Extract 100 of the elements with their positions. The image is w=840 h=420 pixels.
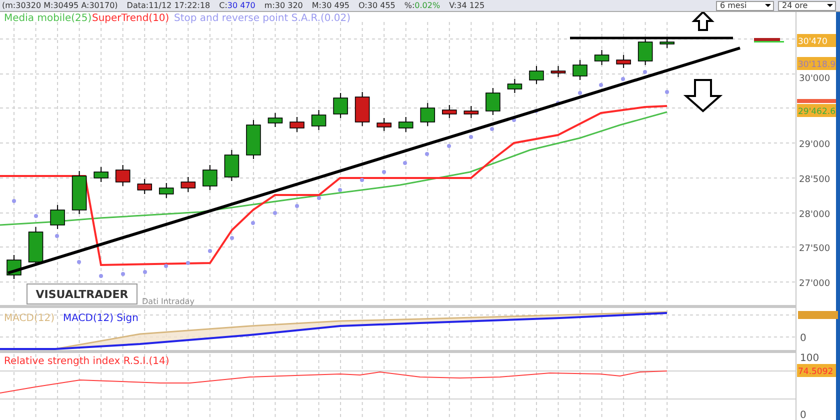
sar-dot bbox=[121, 272, 125, 276]
field-value: 30 495 bbox=[322, 1, 350, 10]
legend-label: Stop and reverse point S.A.R.(0.02) bbox=[174, 13, 351, 24]
candlestick bbox=[398, 116, 414, 132]
axis-label: 100 bbox=[800, 353, 820, 364]
field-label: C: bbox=[219, 1, 228, 10]
axis-label: 0 bbox=[800, 410, 806, 420]
sar-dot bbox=[295, 204, 299, 208]
up-arrow-icon bbox=[692, 12, 714, 31]
field-value: 11/12 17:22:18 bbox=[148, 1, 210, 10]
field-label: O: bbox=[358, 1, 368, 10]
dropdown-arrow-icon[interactable] bbox=[765, 4, 771, 7]
candlestick bbox=[616, 54, 631, 68]
candlestick bbox=[94, 166, 108, 182]
candlestick bbox=[354, 92, 370, 126]
candlestick bbox=[246, 120, 261, 160]
field-value: 0.02% bbox=[414, 1, 440, 10]
sar-dot bbox=[621, 77, 625, 81]
candlestick bbox=[529, 66, 544, 84]
sar-dot bbox=[338, 188, 342, 192]
candlestick bbox=[202, 164, 218, 190]
axis-label: 29'000 bbox=[799, 140, 830, 150]
price-tag-edge bbox=[797, 99, 836, 103]
field-label: V: bbox=[449, 1, 457, 10]
candlestick bbox=[158, 182, 174, 198]
last-price-marker-icon bbox=[754, 38, 784, 42]
sar-dot bbox=[12, 199, 16, 203]
candlestick bbox=[486, 88, 500, 116]
candlestick bbox=[6, 254, 22, 280]
sar-dot bbox=[447, 144, 451, 148]
sar-dot bbox=[425, 152, 429, 156]
sar-dot bbox=[599, 83, 603, 87]
sar-dot bbox=[490, 127, 494, 131]
axis-label: 0 bbox=[800, 333, 806, 344]
candlestick bbox=[442, 104, 457, 118]
field-value: 30 470 bbox=[227, 1, 256, 10]
candlestick bbox=[572, 60, 588, 80]
sar-dot bbox=[164, 264, 168, 268]
candlestick bbox=[376, 118, 392, 132]
sar-dot bbox=[208, 249, 212, 253]
field-label: Data: bbox=[126, 1, 149, 10]
sar-dot bbox=[34, 214, 38, 218]
axis-label: 27'000 bbox=[799, 279, 830, 289]
sar-dot bbox=[556, 101, 560, 105]
sar-dot bbox=[99, 274, 103, 278]
sar-dot bbox=[317, 196, 321, 200]
sar-dot bbox=[512, 118, 516, 122]
sar-dot bbox=[665, 90, 669, 94]
candlestick bbox=[638, 36, 653, 66]
axis-label: 30'000 bbox=[799, 74, 830, 84]
sar-dot bbox=[403, 161, 407, 165]
candlestick bbox=[268, 112, 283, 128]
candlestick bbox=[115, 164, 130, 186]
dropdown-arrow-icon[interactable] bbox=[827, 4, 833, 7]
candlestick bbox=[180, 176, 196, 192]
panel-title: Relative strength index R.S.I.(14) bbox=[4, 356, 170, 367]
caption: Dati Intraday bbox=[142, 297, 194, 306]
sar-dot bbox=[360, 178, 364, 182]
sar-dot bbox=[55, 234, 59, 238]
sar-dot bbox=[643, 70, 647, 74]
legend-label: SuperTrend(10) bbox=[92, 13, 170, 24]
logo: VISUALTRADER bbox=[26, 284, 138, 304]
candlestick bbox=[311, 110, 326, 130]
candlestick bbox=[224, 150, 240, 182]
sar-dot bbox=[77, 260, 81, 264]
axis-label: 28'500 bbox=[799, 175, 830, 185]
sar-dot bbox=[251, 221, 255, 225]
sar-dot bbox=[273, 211, 277, 215]
period-select[interactable]: 6 mesi bbox=[716, 0, 774, 10]
price-tag: 30'118.9 bbox=[797, 57, 836, 70]
sar-dot bbox=[230, 236, 234, 240]
price-tag: 29'462.6 bbox=[797, 104, 836, 117]
value-tag bbox=[798, 311, 838, 319]
candlestick bbox=[50, 204, 65, 230]
field-label: (m:30320 M:30495 A:30170) bbox=[2, 1, 118, 10]
axis-label: 28'000 bbox=[799, 210, 830, 220]
field-label: %: bbox=[404, 1, 415, 10]
candlestick bbox=[507, 78, 522, 94]
sar-dot bbox=[143, 270, 147, 274]
down-arrow-icon bbox=[683, 79, 723, 112]
legend-label: MACD(12) bbox=[4, 313, 55, 324]
candlestick bbox=[333, 92, 348, 118]
candlestick bbox=[72, 170, 87, 214]
candlestick bbox=[660, 36, 674, 48]
price-tag: 30'470 bbox=[797, 34, 836, 47]
legend-label: Media mobile(25) bbox=[4, 13, 92, 24]
candlestick bbox=[137, 178, 152, 194]
candlestick bbox=[594, 50, 610, 66]
field-label: M: bbox=[312, 1, 322, 10]
sar-dot bbox=[534, 109, 538, 113]
candlestick bbox=[464, 106, 479, 118]
candlestick bbox=[290, 116, 304, 132]
sar-dot bbox=[578, 91, 582, 95]
sar-dot bbox=[186, 261, 190, 265]
field-value: 30 455 bbox=[367, 1, 396, 10]
axis-label: 27'500 bbox=[799, 244, 830, 254]
candlestick bbox=[420, 102, 436, 126]
legend-label: MACD(12) Sign bbox=[63, 313, 138, 324]
value-tag: 74.5092 bbox=[797, 364, 836, 377]
interval-select[interactable]: 24 ore bbox=[778, 0, 836, 10]
